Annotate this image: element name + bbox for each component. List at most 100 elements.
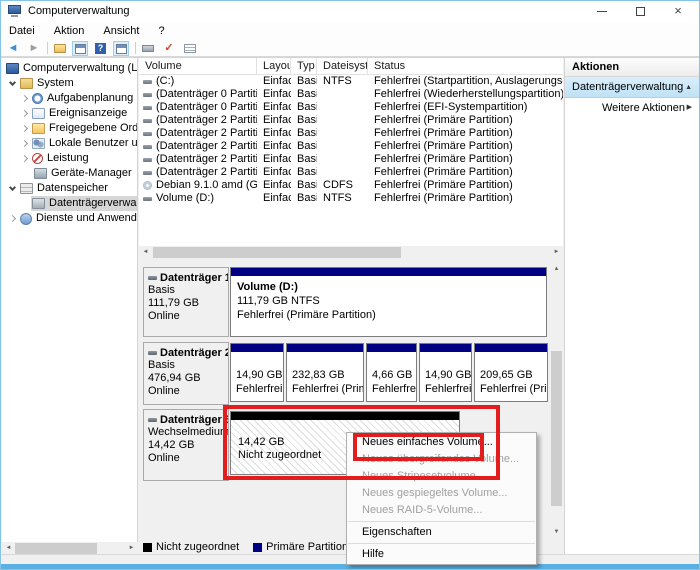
volume-icon <box>143 145 152 149</box>
tree-item-system[interactable]: System <box>2 76 137 91</box>
partition[interactable]: 14,90 GB Fehlerfrei (Pr <box>230 343 284 402</box>
scroll-down-button[interactable]: ▼ <box>550 526 563 539</box>
primary-partition-band <box>287 344 363 352</box>
tree-item-label: System <box>37 76 74 91</box>
column-header-status[interactable]: Status <box>368 58 563 74</box>
primary-partition-band <box>231 344 283 352</box>
volume-row[interactable]: (Datenträger 2 Partition 5) Einfach Basi… <box>139 166 563 179</box>
volume-row[interactable]: (Datenträger 0 Partition 1) Einfach Basi… <box>139 88 563 101</box>
actions-group-datentraegerverwaltung[interactable]: Datenträgerverwaltung ▲ <box>565 77 700 98</box>
scrollbar-thumb[interactable] <box>153 247 401 258</box>
volume-row[interactable]: (Datenträger 2 Partition 1) Einfach Basi… <box>139 114 563 127</box>
disk-status: Online <box>148 385 226 398</box>
console-tree: Computerverwaltung (Lokal) System Aufgab… <box>2 58 138 542</box>
scrollbar-thumb[interactable] <box>15 543 97 554</box>
back-button[interactable]: ◄ <box>5 41 21 56</box>
volume-row[interactable]: (Datenträger 2 Partition 2) Einfach Basi… <box>139 127 563 140</box>
more-actions-item[interactable]: Weitere Aktionen ▶ <box>565 98 700 118</box>
partition[interactable]: 232,83 GB Fehlerfrei (Primär <box>286 343 364 402</box>
legend-item: Primäre Partition <box>253 541 348 553</box>
volume-row[interactable]: Volume (D:) Einfach Basis NTFS Fehlerfre… <box>139 192 563 205</box>
export-list-button[interactable] <box>52 41 68 56</box>
chevron-right-icon[interactable] <box>21 125 28 132</box>
column-header-typ[interactable]: Typ <box>291 58 317 74</box>
disk-type: Wechselmedium (E: <box>148 426 226 439</box>
volume-row[interactable]: (Datenträger 2 Partition 3) Einfach Basi… <box>139 140 563 153</box>
tree-item-geraete-manager[interactable]: Geräte-Manager <box>2 166 137 181</box>
tree-item-leistung[interactable]: Leistung <box>2 151 137 166</box>
volume-name: (Datenträger 2 Partition 1) <box>156 114 257 127</box>
chevron-right-icon[interactable] <box>21 95 28 102</box>
volume-row[interactable]: (Datenträger 2 Partition 4) Einfach Basi… <box>139 153 563 166</box>
minimize-button[interactable] <box>585 1 619 23</box>
tree-item-lokale-benutzer[interactable]: Lokale Benutzer und Gru <box>2 136 137 151</box>
menu-ansicht[interactable]: Ansicht <box>103 23 139 40</box>
chevron-right-icon[interactable] <box>21 155 28 162</box>
volume-row[interactable]: (C:) Einfach Basis NTFS Fehlerfrei (Star… <box>139 75 563 88</box>
volume-icon <box>143 93 152 97</box>
unallocated-color-swatch <box>143 543 152 552</box>
volume-row[interactable]: Debian 9.1.0 amd (G:) Einfach Basis CDFS… <box>139 179 563 192</box>
scroll-right-button[interactable]: ► <box>550 246 563 259</box>
collapse-icon[interactable]: ▲ <box>685 77 692 98</box>
menu-item-neues-einfaches-volume[interactable]: Neues einfaches Volume... <box>347 434 536 451</box>
disk-1-label[interactable]: Datenträger 1 Basis 111,79 GB Online <box>143 267 229 337</box>
menu-item-neues-stripesetvolume: Neues Stripesetvolume... <box>347 468 536 485</box>
chevron-down-icon[interactable] <box>9 184 16 191</box>
partition[interactable]: 209,65 GB Fehlerfrei (Primär <box>474 343 548 402</box>
tree-item-datentraegerverwaltung[interactable]: Datenträgerverwaltung <box>2 196 137 211</box>
disk-type: Basis <box>148 284 226 297</box>
partition[interactable]: 4,66 GB Fehlerfrei ( <box>366 343 417 402</box>
column-header-layout[interactable]: Layout <box>257 58 291 74</box>
volume-name: (C:) <box>156 75 174 88</box>
partition[interactable]: 14,90 GB Fehlerfrei (Pr <box>419 343 472 402</box>
close-button[interactable]: × <box>661 1 695 23</box>
chevron-right-icon[interactable] <box>21 110 28 117</box>
scroll-up-button[interactable]: ▲ <box>550 263 563 276</box>
disk-vertical-scrollbar[interactable]: ▲ ▼ <box>550 263 563 539</box>
disk-name: Datenträger 1 <box>160 272 229 284</box>
disk-2-partitions: 14,90 GB Fehlerfrei (Pr 232,83 GB Fehler… <box>230 343 548 402</box>
tree-item-computerverwaltung[interactable]: Computerverwaltung (Lokal) <box>2 61 137 76</box>
menu-aktion[interactable]: Aktion <box>54 23 85 40</box>
unallocated-band <box>231 412 459 420</box>
tree-item-freigegebene-ordner[interactable]: Freigegebene Ordner <box>2 121 137 136</box>
rescan-disks-button[interactable]: ✓ <box>161 41 177 56</box>
maximize-button[interactable] <box>623 1 657 23</box>
disk-3-label[interactable]: Datenträger 3 Wechselmedium (E: 14,42 GB… <box>143 409 229 481</box>
menu-datei[interactable]: Datei <box>9 23 35 40</box>
properties-button[interactable] <box>182 41 198 56</box>
show-action-pane-button[interactable] <box>113 41 129 56</box>
column-header-dateisystem[interactable]: Dateisystem <box>317 58 368 74</box>
volume-icon <box>143 106 152 110</box>
console-tree-icon <box>75 44 86 54</box>
scrollbar-thumb[interactable] <box>551 351 562 506</box>
chevron-right-icon[interactable] <box>9 215 16 222</box>
show-console-tree-button[interactable] <box>72 41 88 56</box>
tree-item-ereignisanzeige[interactable]: Ereignisanzeige <box>2 106 137 121</box>
chevron-down-icon[interactable] <box>9 79 16 86</box>
tree-item-datenspeicher[interactable]: Datenspeicher <box>2 181 137 196</box>
disk-status: Online <box>148 452 226 465</box>
minimize-icon <box>597 11 607 12</box>
partition-volume-d[interactable]: Volume (D:) 111,79 GB NTFS Fehlerfrei (P… <box>230 267 547 337</box>
volume-row[interactable]: (Datenträger 0 Partition 2) Einfach Basi… <box>139 101 563 114</box>
menu-item-hilfe[interactable]: Hilfe <box>347 546 536 563</box>
forward-button[interactable]: ► <box>26 41 42 56</box>
chevron-right-icon[interactable] <box>21 140 28 147</box>
tree-item-dienste[interactable]: Dienste und Anwendungen <box>2 211 137 226</box>
menu-help[interactable]: ? <box>159 23 165 40</box>
title-bar[interactable]: Computerverwaltung × <box>1 1 699 23</box>
disk-2-label[interactable]: Datenträger 2 Basis 476,94 GB Online <box>143 342 229 405</box>
menu-item-eigenschaften[interactable]: Eigenschaften <box>347 524 536 541</box>
volume-icon <box>143 158 152 162</box>
maximize-icon <box>636 7 645 16</box>
tree-item-aufgabenplanung[interactable]: Aufgabenplanung <box>2 91 137 106</box>
list-horizontal-scrollbar[interactable]: ◄ ► <box>139 246 563 259</box>
scroll-left-button[interactable]: ◄ <box>139 246 152 259</box>
help-button[interactable]: ? <box>93 41 109 56</box>
services-icon <box>20 213 32 225</box>
column-header-volume[interactable]: Volume <box>139 58 257 74</box>
tree-item-label: Computerverwaltung (Lokal) <box>23 61 137 76</box>
change-drive-letter-button[interactable] <box>140 41 156 56</box>
